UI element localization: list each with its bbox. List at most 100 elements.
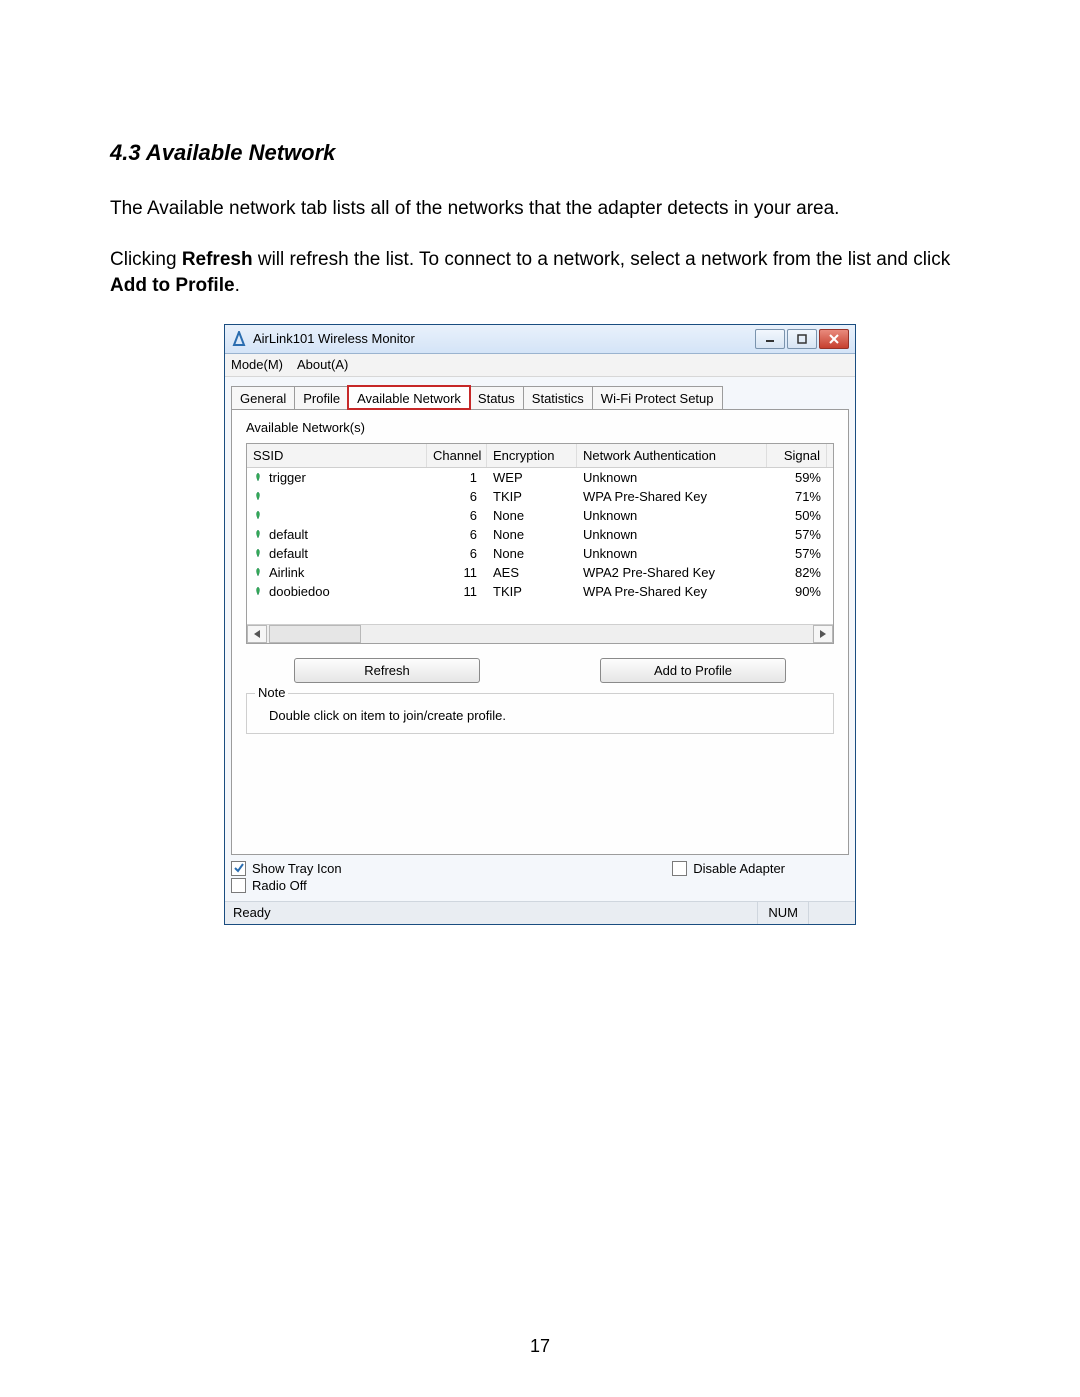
window-title: AirLink101 Wireless Monitor [253,331,755,346]
scroll-left-button[interactable] [247,625,267,643]
window-titlebar[interactable]: AirLink101 Wireless Monitor [225,325,855,354]
cell-channel: 11 [427,582,487,601]
page-number: 17 [0,1336,1080,1357]
column-header-channel[interactable]: Channel [427,444,487,467]
maximize-button[interactable] [787,329,817,349]
list-header[interactable]: SSID Channel Encryption Network Authenti… [247,444,833,468]
radio-off-checkbox[interactable]: Radio Off [231,878,307,893]
text: will refresh the list. To connect to a n… [253,249,951,270]
add-to-profile-button[interactable]: Add to Profile [600,658,786,683]
cell-channel: 11 [427,563,487,582]
cell-auth: WPA2 Pre-Shared Key [577,563,767,582]
checkbox-icon [672,861,687,876]
tab-row: General Profile Available Network Status… [231,383,849,409]
options-row: Show Tray Icon Disable Adapter [231,861,849,876]
network-list[interactable]: SSID Channel Encryption Network Authenti… [246,443,834,644]
cell-signal: 50% [767,506,827,525]
cell-auth: Unknown [577,544,767,563]
tab-wifi-protect-setup[interactable]: Wi-Fi Protect Setup [592,386,723,409]
paragraph-2: Clicking Refresh will refresh the list. … [110,247,970,300]
checkbox-label: Show Tray Icon [252,861,342,876]
cell-signal: 71% [767,487,827,506]
note-frame: Note Double click on item to join/create… [246,693,834,734]
table-row[interactable]: 6TKIPWPA Pre-Shared Key71% [247,487,833,506]
signal-icon [253,565,265,580]
section-heading: 4.3 Available Network [110,140,970,166]
scroll-thumb[interactable] [269,625,361,643]
column-header-signal[interactable]: Signal [767,444,827,467]
column-header-ssid[interactable]: SSID [247,444,427,467]
tab-panel: Available Network(s) SSID Channel Encryp… [231,409,849,855]
menu-about[interactable]: About(A) [297,357,348,372]
app-window: AirLink101 Wireless Monitor Mode(M) Abou… [224,324,856,925]
text: . [235,275,240,296]
status-ready: Ready [233,905,271,920]
menu-mode[interactable]: Mode(M) [231,357,283,372]
horizontal-scrollbar[interactable] [247,624,833,643]
cell-ssid: default [269,546,308,561]
note-body: Double click on item to join/create prof… [257,708,823,723]
close-button[interactable] [819,329,849,349]
text: Clicking [110,249,182,270]
cell-auth: Unknown [577,525,767,544]
cell-signal: 82% [767,563,827,582]
signal-icon [253,584,265,599]
cell-ssid: default [269,527,308,542]
cell-encryption: None [487,544,577,563]
disable-adapter-checkbox[interactable]: Disable Adapter [672,861,785,876]
cell-auth: Unknown [577,506,767,525]
column-header-encryption[interactable]: Encryption [487,444,577,467]
bold-refresh: Refresh [182,249,253,270]
checkbox-label: Radio Off [252,878,307,893]
cell-signal: 57% [767,544,827,563]
table-row[interactable]: 6NoneUnknown50% [247,506,833,525]
menu-bar: Mode(M) About(A) [225,354,855,377]
cell-auth: WPA Pre-Shared Key [577,487,767,506]
table-row[interactable]: trigger1WEPUnknown59% [247,468,833,487]
refresh-button[interactable]: Refresh [294,658,480,683]
checkbox-label: Disable Adapter [693,861,785,876]
cell-signal: 90% [767,582,827,601]
checkbox-icon [231,861,246,876]
cell-channel: 6 [427,506,487,525]
signal-icon [253,527,265,542]
cell-encryption: None [487,525,577,544]
tab-profile[interactable]: Profile [294,386,349,409]
tab-available-network[interactable]: Available Network [348,386,470,409]
cell-auth: Unknown [577,468,767,487]
status-bar: Ready NUM [225,901,855,924]
cell-encryption: TKIP [487,487,577,506]
cell-auth: WPA Pre-Shared Key [577,582,767,601]
tab-general[interactable]: General [231,386,295,409]
cell-signal: 59% [767,468,827,487]
column-header-auth[interactable]: Network Authentication [577,444,767,467]
document-page: 4.3 Available Network The Available netw… [0,0,1080,1397]
scroll-right-button[interactable] [813,625,833,643]
signal-icon [253,546,265,561]
button-row: Refresh Add to Profile [246,658,834,683]
table-row[interactable]: default6NoneUnknown57% [247,525,833,544]
cell-encryption: AES [487,563,577,582]
cell-channel: 6 [427,487,487,506]
cell-encryption: None [487,506,577,525]
bold-add-to-profile: Add to Profile [110,275,235,296]
cell-encryption: TKIP [487,582,577,601]
signal-icon [253,470,265,485]
signal-icon [253,489,265,504]
checkbox-icon [231,878,246,893]
table-row[interactable]: Airlink11AESWPA2 Pre-Shared Key82% [247,563,833,582]
status-num: NUM [757,902,808,924]
table-row[interactable]: default6NoneUnknown57% [247,544,833,563]
note-label: Note [255,685,288,700]
tab-status[interactable]: Status [469,386,524,409]
paragraph-1: The Available network tab lists all of t… [110,196,970,223]
list-rows: trigger1WEPUnknown59%6TKIPWPA Pre-Shared… [247,468,833,624]
table-row[interactable]: doobiedoo 11TKIPWPA Pre-Shared Key90% [247,582,833,601]
group-label-available-networks: Available Network(s) [246,420,834,435]
show-tray-icon-checkbox[interactable]: Show Tray Icon [231,861,342,876]
minimize-button[interactable] [755,329,785,349]
cell-ssid: trigger [269,470,306,485]
cell-ssid: doobiedoo [269,584,330,599]
cell-signal: 57% [767,525,827,544]
tab-statistics[interactable]: Statistics [523,386,593,409]
